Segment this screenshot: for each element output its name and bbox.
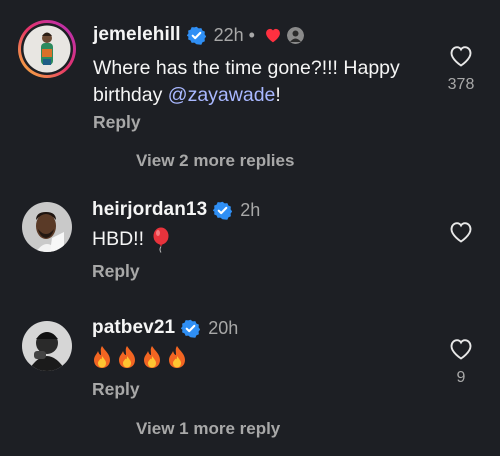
reply-button[interactable]: Reply: [93, 112, 141, 133]
reply-button[interactable]: Reply: [92, 261, 140, 282]
comment-text: HBD!!: [92, 226, 170, 253]
timestamp: 2h: [240, 199, 261, 220]
creator-avatar: [286, 26, 304, 44]
verified-badge-icon: [186, 26, 206, 45]
verified-badge-icon: [181, 319, 201, 338]
avatar[interactable]: [22, 321, 72, 371]
username[interactable]: jemelehill: [93, 24, 181, 46]
mention-link[interactable]: @zayawade: [168, 84, 276, 106]
view-more-replies-button[interactable]: View 1 more reply: [136, 419, 280, 439]
like-heart-icon[interactable]: [449, 221, 473, 243]
username[interactable]: heirjordan13: [92, 199, 207, 221]
fire-emoji: [167, 345, 187, 374]
username[interactable]: patbev21: [92, 317, 175, 339]
fire-emoji: [117, 345, 137, 374]
comment-text: Where has the time gone?!!! Happy birthd…: [93, 57, 400, 106]
fire-emoji: [92, 345, 112, 374]
view-more-replies-button[interactable]: View 2 more replies: [136, 151, 294, 171]
balloon-emoji: [152, 227, 170, 253]
comment-heirjordan13: heirjordan13 2h HBD!! Reply: [0, 190, 500, 300]
timestamp: 22h: [213, 24, 244, 45]
reply-button[interactable]: Reply: [92, 379, 140, 400]
comment-header: patbev21 20h: [92, 317, 238, 339]
verified-badge-icon: [213, 201, 233, 220]
like-heart-icon[interactable]: [449, 45, 473, 67]
comment-patbev21: patbev21 20h Reply 9 View 1 more reply: [0, 305, 500, 456]
fire-emoji: [142, 345, 162, 374]
comment-header: jemelehill 22h •: [93, 24, 304, 46]
like-count: 378: [447, 76, 475, 93]
like-heart-icon[interactable]: [449, 338, 473, 360]
comment-jemelehill: jemelehill 22h • Where has the time gone…: [0, 0, 500, 170]
like-count: 9: [456, 369, 466, 386]
comment-header: heirjordan13 2h: [92, 199, 260, 221]
timestamp: 20h: [208, 317, 239, 338]
comment-text: [92, 345, 187, 374]
avatar[interactable]: [17, 19, 77, 79]
avatar[interactable]: [22, 202, 72, 252]
separator-dot: •: [248, 24, 255, 45]
red-heart-icon: [264, 27, 282, 43]
